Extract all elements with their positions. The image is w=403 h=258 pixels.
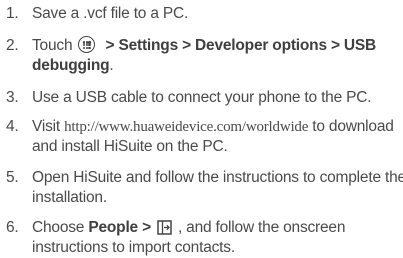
step-number: 3.	[6, 89, 19, 106]
step-number: 4.	[6, 118, 19, 135]
step-text: Open HiSuite and follow the instructions…	[32, 168, 403, 208]
step-3-text: Use a USB cable to connect your phone to…	[32, 89, 372, 106]
step-6-after-icon: , and follow the onscreen	[177, 219, 346, 236]
step-4-line2: and install HiSuite on the PC.	[32, 138, 228, 155]
step-2-prefix: Touch	[32, 37, 73, 54]
instruction-list: 1. Save a .vcf file to a PC. 2. Touch > …	[0, 0, 403, 256]
step-number: 5.	[6, 169, 19, 186]
step-6-line2: instructions to import contacts.	[32, 239, 235, 256]
step-4-prefix: Visit	[32, 118, 65, 135]
step-1-text: Save a .vcf file to a PC.	[32, 5, 189, 22]
step-5-line2: installation.	[32, 189, 107, 206]
import-icon	[157, 220, 172, 235]
step-text: Use a USB cable to connect your phone to…	[32, 88, 372, 108]
step-2-suffix: .	[109, 57, 114, 74]
step-number: 6.	[6, 219, 19, 236]
step-6-prefix: Choose	[32, 219, 89, 236]
step-number: 2.	[6, 37, 19, 54]
step-text: Choose People > , and follow the onscreen…	[32, 218, 345, 258]
menu-icon	[78, 36, 96, 53]
step-4-after-url: to download	[308, 118, 394, 135]
step-text: Save a .vcf file to a PC.	[32, 4, 188, 24]
download-url[interactable]: http://www.huaweidevice.com/worldwide	[64, 119, 308, 135]
people-path: People >	[88, 219, 151, 236]
step-number: 1.	[6, 5, 19, 22]
settings-path-end: debugging	[32, 57, 110, 74]
step-5-line1: Open HiSuite and follow the instructions…	[32, 169, 403, 186]
step-text: Visit http://www.huaweidevice.com/worldw…	[32, 117, 394, 157]
step-text: Touch > Settings > Developer options > U…	[32, 36, 376, 76]
settings-path: > Settings > Developer options > USB	[101, 37, 377, 54]
